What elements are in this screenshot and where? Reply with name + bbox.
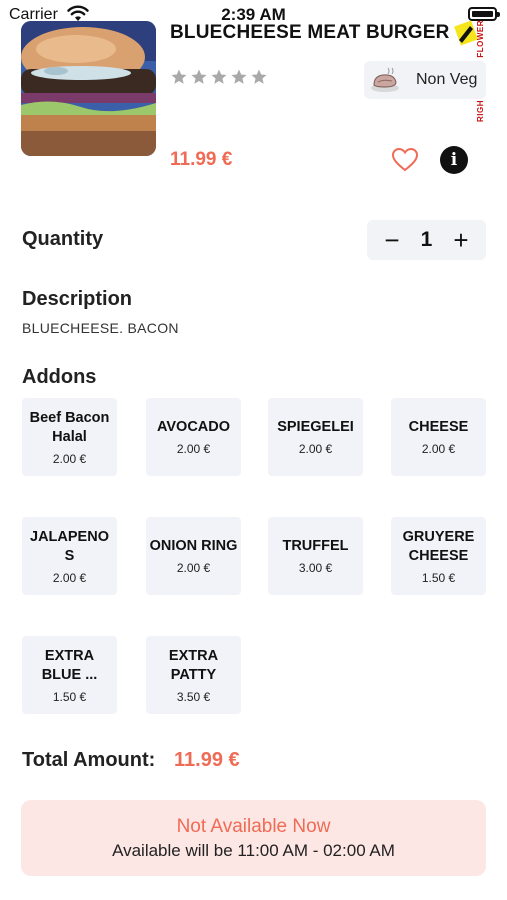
- increment-button[interactable]: +: [450, 225, 472, 255]
- product-price: 11.99 €: [170, 149, 233, 170]
- quantity-label: Quantity: [22, 228, 104, 250]
- addon-chip[interactable]: GRUYERE CHEESE 1.50 €: [391, 517, 486, 595]
- meat-icon: [371, 67, 399, 92]
- addon-name: AVOCADO: [156, 419, 231, 435]
- addon-chip[interactable]: JALAPENOS 2.00 €: [22, 517, 117, 595]
- addon-price: 3.00 €: [298, 561, 333, 575]
- addon-name: JALAPENOS: [30, 528, 109, 564]
- addon-price: 2.00 €: [52, 451, 87, 466]
- info-icon[interactable]: i: [440, 146, 468, 174]
- addon-price: 2.00 €: [298, 442, 333, 456]
- availability-banner: Not Available Now Available will be 11:0…: [21, 800, 486, 876]
- addons-label: Addons: [22, 366, 97, 388]
- addon-chip[interactable]: CHEESE 2.00 €: [391, 398, 486, 476]
- addon-name: CHEESE: [408, 419, 469, 435]
- availability-hours: Available will be 11:00 AM - 02:00 AM: [112, 841, 395, 860]
- diet-label: Non Veg: [416, 71, 478, 88]
- decrement-button[interactable]: −: [381, 225, 403, 255]
- star-icon: [231, 69, 247, 84]
- addon-price: 2.00 €: [52, 570, 87, 585]
- side-tag-righ: RIGH: [476, 100, 485, 122]
- total-label: Total Amount:: [22, 749, 156, 771]
- description-label: Description: [22, 288, 133, 310]
- addon-chip[interactable]: EXTRA PATTY 3.50 €: [146, 636, 241, 714]
- star-icon: [211, 69, 227, 84]
- total-value: 11.99 €: [174, 749, 240, 771]
- addon-chip[interactable]: ONION RING 2.00 €: [146, 517, 241, 595]
- product-image: [21, 21, 156, 156]
- heart-icon[interactable]: [391, 147, 419, 173]
- diet-badge: Non Veg: [364, 61, 486, 99]
- star-icon: [171, 69, 187, 84]
- addon-name: SPIEGELEI: [277, 419, 354, 435]
- quantity-stepper: − 1 +: [367, 220, 486, 260]
- addon-name: EXTRA PATTY: [168, 647, 219, 683]
- addon-name: Beef Bacon Halal: [29, 409, 110, 445]
- addon-chip[interactable]: SPIEGELEI 2.00 €: [268, 398, 363, 476]
- description-text: BLUECHEESE. BACON: [22, 320, 179, 336]
- addon-name: EXTRA BLUE ...: [41, 647, 98, 683]
- addon-price: 1.50 €: [421, 570, 456, 585]
- battery-icon: [468, 7, 500, 21]
- addon-price: 2.00 €: [421, 442, 456, 456]
- addon-price: 2.00 €: [176, 561, 211, 575]
- addon-price: 3.50 €: [176, 689, 211, 704]
- rating-stars: [170, 68, 268, 86]
- addon-name: GRUYERE CHEESE: [402, 528, 475, 564]
- quantity-value: 1: [420, 228, 433, 251]
- side-tag-flower: FLOWER: [476, 20, 485, 58]
- addon-price: 2.00 €: [176, 442, 211, 456]
- star-icon: [191, 69, 207, 84]
- addon-chip[interactable]: EXTRA BLUE ... 1.50 €: [22, 636, 117, 714]
- addon-name: TRUFFEL: [282, 538, 349, 554]
- addon-chip[interactable]: AVOCADO 2.00 €: [146, 398, 241, 476]
- addon-price: 1.50 €: [52, 689, 87, 704]
- addon-name: ONION RING: [149, 538, 238, 554]
- addon-chip[interactable]: Beef Bacon Halal 2.00 €: [22, 398, 117, 476]
- addon-chip[interactable]: TRUFFEL 3.00 €: [268, 517, 363, 595]
- pencil-icon[interactable]: [454, 20, 478, 46]
- star-icon: [251, 69, 267, 84]
- availability-title: Not Available Now: [176, 816, 331, 837]
- product-title: BLUECHEESE MEAT BURGER: [170, 22, 450, 43]
